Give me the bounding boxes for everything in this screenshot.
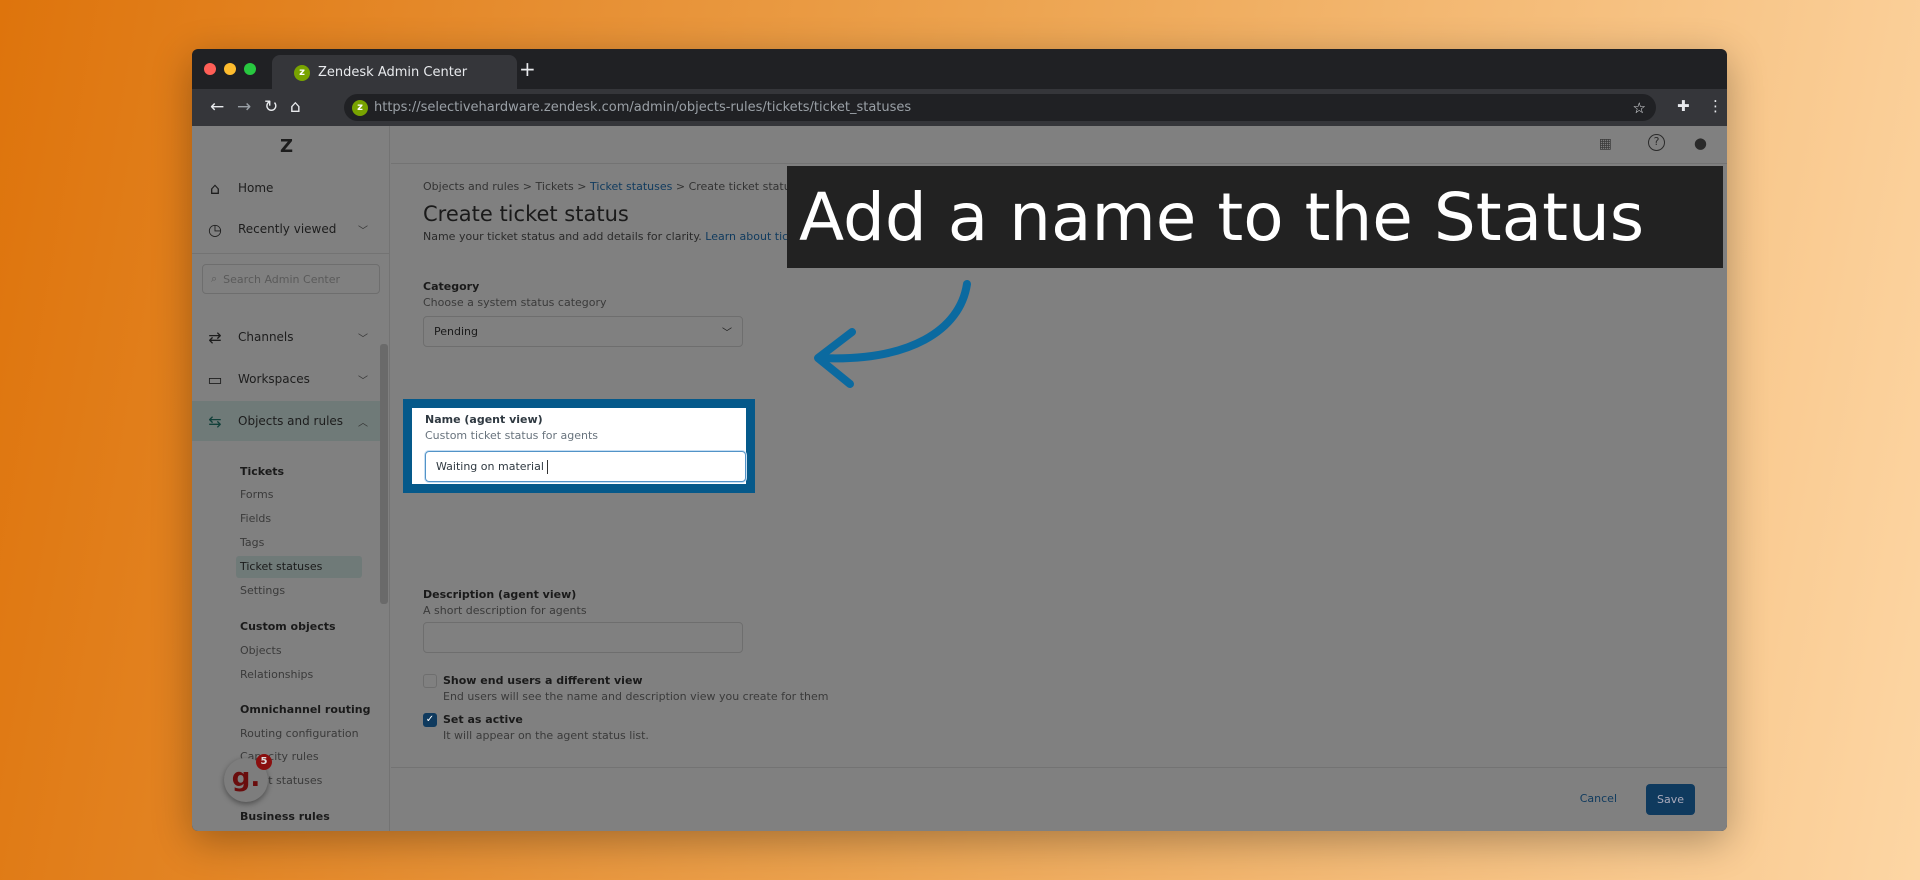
top-header: ▦ ? ● — [391, 126, 1727, 164]
products-grid-icon[interactable]: ▦ — [1599, 136, 1612, 152]
sidebar-label: Workspaces — [238, 372, 310, 386]
home-icon[interactable]: ⌂ — [290, 97, 301, 117]
breadcrumb: Objects and rules > Tickets > Ticket sta… — [423, 180, 797, 193]
set-active-label: Set as active — [443, 713, 523, 726]
maximize-button[interactable] — [244, 63, 256, 75]
zendesk-favicon-icon: z — [294, 64, 310, 81]
guidde-widget-button[interactable]: g. 5 — [224, 754, 272, 802]
browser-tab[interactable]: z Zendesk Admin Center — [272, 55, 517, 90]
sidebar-link-relationships[interactable]: Relationships — [240, 668, 313, 681]
set-active-checkbox[interactable]: ✓ — [423, 713, 437, 727]
end-user-view-label: Show end users a different view — [443, 674, 643, 687]
tab-title: Zendesk Admin Center — [318, 65, 468, 80]
zendesk-logo-icon: Z — [280, 136, 294, 157]
group-tickets: Tickets — [240, 465, 285, 478]
description-input[interactable] — [423, 622, 743, 653]
search-icon: ⌕ — [211, 272, 218, 285]
category-hint: Choose a system status category — [423, 296, 607, 309]
monitor-icon: ▭ — [207, 369, 223, 389]
sidebar-link-forms[interactable]: Forms — [240, 488, 273, 501]
description-hint: A short description for agents — [423, 604, 587, 617]
bookmark-star-icon[interactable]: ☆ — [1633, 99, 1646, 117]
callout-text: Add a name to the Status — [799, 178, 1645, 256]
sidebar-link-tags[interactable]: Tags — [240, 536, 264, 549]
save-button[interactable]: Save — [1646, 784, 1695, 815]
description-label: Description (agent view) — [423, 588, 577, 601]
sidebar-label: Channels — [238, 330, 294, 344]
help-icon[interactable]: ? — [1648, 134, 1665, 151]
name-input-value: Waiting on material — [436, 460, 544, 473]
url-input[interactable]: z https://selectivehardware.zendesk.com/a… — [344, 94, 1656, 121]
tutorial-callout: Add a name to the Status — [787, 166, 1723, 268]
set-active-hint: It will appear on the agent status list. — [443, 729, 649, 742]
sidebar-link-ticket-statuses[interactable]: Ticket statuses — [240, 560, 322, 573]
sidebar-item-workspaces[interactable]: ▭ Workspaces ﹀ — [192, 359, 382, 399]
sidebar-item-home[interactable]: ⌂ Home — [192, 168, 382, 208]
extensions-icon[interactable]: ✚ — [1677, 97, 1690, 115]
sidebar-link-settings[interactable]: Settings — [240, 584, 285, 597]
objects-rules-icon: ⇆ — [208, 411, 222, 431]
chevron-down-icon: ﹀ — [358, 225, 368, 237]
category-label: Category — [423, 280, 480, 293]
sidebar-link-fields[interactable]: Fields — [240, 512, 271, 525]
sidebar-item-recently-viewed[interactable]: ◷ Recently viewed ﹀ — [192, 209, 382, 249]
page-title: Create ticket status — [423, 202, 629, 226]
subtitle-text: Name your ticket status and add details … — [423, 230, 702, 243]
new-tab-button[interactable]: + — [519, 57, 536, 81]
close-button[interactable] — [204, 63, 216, 75]
footer: Cancel Save — [391, 767, 1727, 815]
notification-badge: 5 — [256, 754, 272, 770]
sidebar-link-objects[interactable]: Objects — [240, 644, 282, 657]
end-user-view-checkbox[interactable] — [423, 674, 437, 688]
reload-icon[interactable]: ↻ — [264, 97, 278, 117]
category-value: Pending — [434, 325, 478, 338]
forward-icon[interactable]: → — [237, 97, 251, 117]
chevron-up-icon: ︿ — [358, 417, 368, 429]
clock-icon: ◷ — [208, 219, 222, 239]
highlight-frame: Name (agent view) Custom ticket status f… — [403, 399, 755, 493]
group-omnichannel: Omnichannel routing — [240, 703, 371, 716]
name-input[interactable]: Waiting on material — [425, 451, 746, 482]
group-custom-objects: Custom objects — [240, 620, 336, 633]
chevron-down-icon: ﹀ — [358, 333, 368, 345]
search-input[interactable]: ⌕ Search Admin Center — [202, 264, 380, 294]
sidebar-label: Objects and rules — [238, 414, 344, 428]
sidebar-item-objects-rules[interactable]: ⇆ Objects and rules ︿ — [192, 401, 382, 441]
pointer-arrow-icon — [814, 280, 971, 388]
home-icon: ⌂ — [209, 178, 221, 198]
breadcrumb-ticket-statuses[interactable]: Ticket statuses — [590, 180, 672, 193]
chevron-down-icon: ﹀ — [358, 375, 368, 387]
channels-icon: ⇄ — [208, 327, 222, 347]
site-favicon-icon: z — [352, 99, 368, 116]
sidebar-label: Home — [238, 181, 274, 195]
cancel-button[interactable]: Cancel — [1580, 792, 1617, 805]
back-icon[interactable]: ← — [210, 97, 224, 117]
sidebar-scrollbar[interactable] — [380, 266, 388, 826]
text-cursor — [546, 459, 548, 474]
breadcrumb-objects-rules[interactable]: Objects and rules — [423, 180, 519, 193]
window-controls — [204, 63, 256, 75]
divider — [192, 253, 390, 254]
breadcrumb-current: Create ticket status — [688, 180, 797, 193]
url-text: https://selectivehardware.zendesk.com/ad… — [374, 100, 912, 115]
category-select[interactable]: Pending ﹀ — [423, 316, 743, 347]
address-bar-row: ← → ↻ ⌂ z https://selectivehardware.zende… — [192, 89, 1727, 126]
name-hint: Custom ticket status for agents — [425, 429, 599, 442]
menu-dots-icon[interactable]: ⋮ — [1708, 97, 1723, 115]
name-field-group: Name (agent view) Custom ticket status f… — [412, 408, 746, 484]
sidebar: Z ⌂ Home ◷ Recently viewed ﹀ ⌕ Search Admin … — [192, 126, 390, 831]
user-profile-icon[interactable]: ● — [1694, 134, 1707, 152]
sidebar-label: Recently viewed — [238, 222, 337, 236]
chevron-down-icon: ﹀ — [722, 328, 732, 339]
search-placeholder: Search Admin Center — [223, 272, 341, 286]
sidebar-item-channels[interactable]: ⇄ Channels ﹀ — [192, 317, 382, 357]
breadcrumb-tickets[interactable]: Tickets — [536, 180, 574, 193]
end-user-view-hint: End users will see the name and descript… — [443, 690, 829, 703]
minimize-button[interactable] — [224, 63, 236, 75]
sidebar-link-routing-config[interactable]: Routing configuration — [240, 727, 359, 740]
name-label: Name (agent view) — [425, 413, 543, 426]
group-business-rules: Business rules — [240, 810, 330, 823]
